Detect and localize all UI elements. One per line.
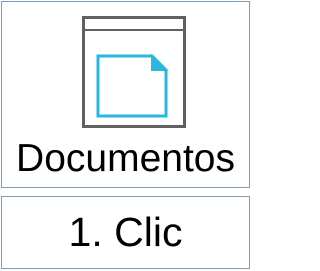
document-window-icon [82,16,186,128]
step-instruction-text: 1. Clic [68,209,183,255]
documents-button-label: Documentos [16,137,235,180]
step-instruction: 1. Clic [1,196,250,269]
documents-button[interactable]: Documentos [1,1,250,188]
